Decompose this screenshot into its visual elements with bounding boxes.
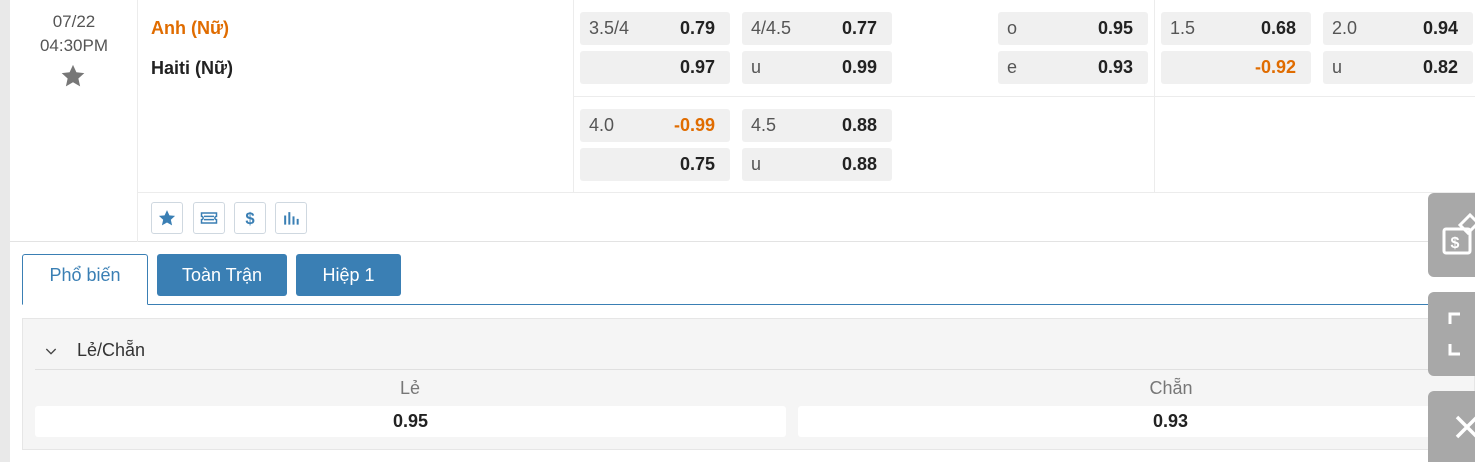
star-icon	[158, 210, 176, 226]
even-column-label: Chẵn	[1149, 378, 1193, 398]
odds-value: 0.79	[679, 18, 715, 38]
ticket-button[interactable]	[193, 202, 225, 234]
odds-value: -0.99	[673, 115, 715, 135]
fullscreen-button[interactable]	[1428, 292, 1475, 376]
ou-h1-under-odds[interactable]: u 0.82	[1323, 51, 1473, 84]
close-button[interactable]	[1428, 391, 1475, 462]
handicap-line: 3.5/4	[589, 18, 630, 38]
favorite-button[interactable]	[151, 202, 183, 234]
dollar-icon: $	[245, 209, 255, 228]
odd-label: o	[1007, 18, 1018, 38]
ou-line: 2.0	[1332, 18, 1358, 38]
chevron-down-icon	[45, 348, 57, 355]
tab-full-match[interactable]: Toàn Trận	[157, 254, 287, 296]
odds-value: 0.88	[841, 154, 877, 174]
odd-even-even-odds[interactable]: e 0.93	[998, 51, 1148, 84]
even-odds-button[interactable]: 0.93	[798, 406, 1475, 437]
stats-icon	[284, 212, 299, 225]
left-gutter	[0, 0, 10, 462]
close-icon	[1455, 415, 1475, 439]
ou-ft-under-odds[interactable]: u 0.99	[742, 51, 892, 84]
handicap-line: 1.5	[1170, 18, 1196, 38]
tab-underline	[22, 304, 1475, 305]
svg-text:$: $	[245, 209, 255, 228]
handicap-h1-away-odds[interactable]: -0.92	[1161, 51, 1311, 84]
odds-value: 0.95	[1097, 18, 1133, 38]
odds-value: 0.82	[1422, 57, 1458, 77]
alt-handicap-ft-away-odds[interactable]: 0.75	[580, 148, 730, 181]
tab-first-half[interactable]: Hiệp 1	[296, 254, 401, 296]
odds-value: 0.75	[679, 154, 715, 174]
odds-value: 0.99	[841, 57, 877, 77]
fullscreen-icon	[1448, 312, 1460, 356]
under-label: u	[751, 57, 762, 77]
odd-even-market-panel: Lẻ/Chẵn Lẻ Chẵn 0.95 0.93	[22, 318, 1475, 450]
under-label: u	[751, 154, 762, 174]
handicap-line: 4.0	[589, 115, 615, 135]
home-team-name[interactable]: Anh (Nữ)	[151, 18, 229, 39]
even-label: e	[1007, 57, 1018, 77]
match-time-column: 07/22 04:30PM	[10, 0, 138, 242]
ou-line: 4.5	[751, 115, 777, 135]
odd-even-odd-odds[interactable]: o 0.95	[998, 12, 1148, 45]
match-row: 07/22 04:30PM Anh (Nữ) Haiti (Nữ) 3.5/4 …	[10, 0, 1475, 242]
match-time: 04:30PM	[39, 36, 109, 55]
away-team-name: Haiti (Nữ)	[151, 58, 234, 78]
ou-line: 4/4.5	[751, 18, 792, 38]
divider	[573, 96, 1475, 97]
divider	[138, 192, 1475, 193]
bet-slip-button[interactable]: $	[1428, 193, 1475, 277]
divider	[35, 369, 1455, 370]
handicap-h1-home-odds[interactable]: 1.5 0.68	[1161, 12, 1311, 45]
handicap-ft-away-odds[interactable]: 0.97	[580, 51, 730, 84]
odds-value: 0.94	[1422, 18, 1458, 38]
alt-ou-ft-over-odds[interactable]: 4.5 0.88	[742, 109, 892, 142]
odds-value: -0.92	[1254, 57, 1296, 77]
match-date: 07/22	[52, 12, 96, 31]
star-icon[interactable]	[59, 62, 87, 90]
ou-ft-over-odds[interactable]: 4/4.5 0.77	[742, 12, 892, 45]
odds-value: 0.68	[1260, 18, 1296, 38]
odds-button[interactable]: $	[234, 202, 266, 234]
tab-popular[interactable]: Phổ biến	[22, 254, 148, 305]
bet-slip-icon: $	[1442, 212, 1475, 255]
odds-value: 0.93	[1097, 57, 1133, 77]
under-label: u	[1332, 57, 1343, 77]
alt-ou-ft-under-odds[interactable]: u 0.88	[742, 148, 892, 181]
ticket-icon	[200, 212, 218, 224]
alt-handicap-ft-home-odds[interactable]: 4.0 -0.99	[580, 109, 730, 142]
odds-value: 0.97	[679, 57, 715, 77]
svg-text:$: $	[1451, 235, 1460, 252]
odds-value: 0.88	[841, 115, 877, 135]
odd-odds-button[interactable]: 0.95	[35, 406, 786, 437]
odd-column-label: Lẻ	[399, 378, 421, 398]
market-header[interactable]: Lẻ/Chẵn	[43, 340, 145, 361]
stats-button[interactable]	[275, 202, 307, 234]
market-title: Lẻ/Chẵn	[77, 340, 146, 360]
odds-value: 0.77	[841, 18, 877, 38]
ou-h1-over-odds[interactable]: 2.0 0.94	[1323, 12, 1473, 45]
handicap-ft-home-odds[interactable]: 3.5/4 0.79	[580, 12, 730, 45]
